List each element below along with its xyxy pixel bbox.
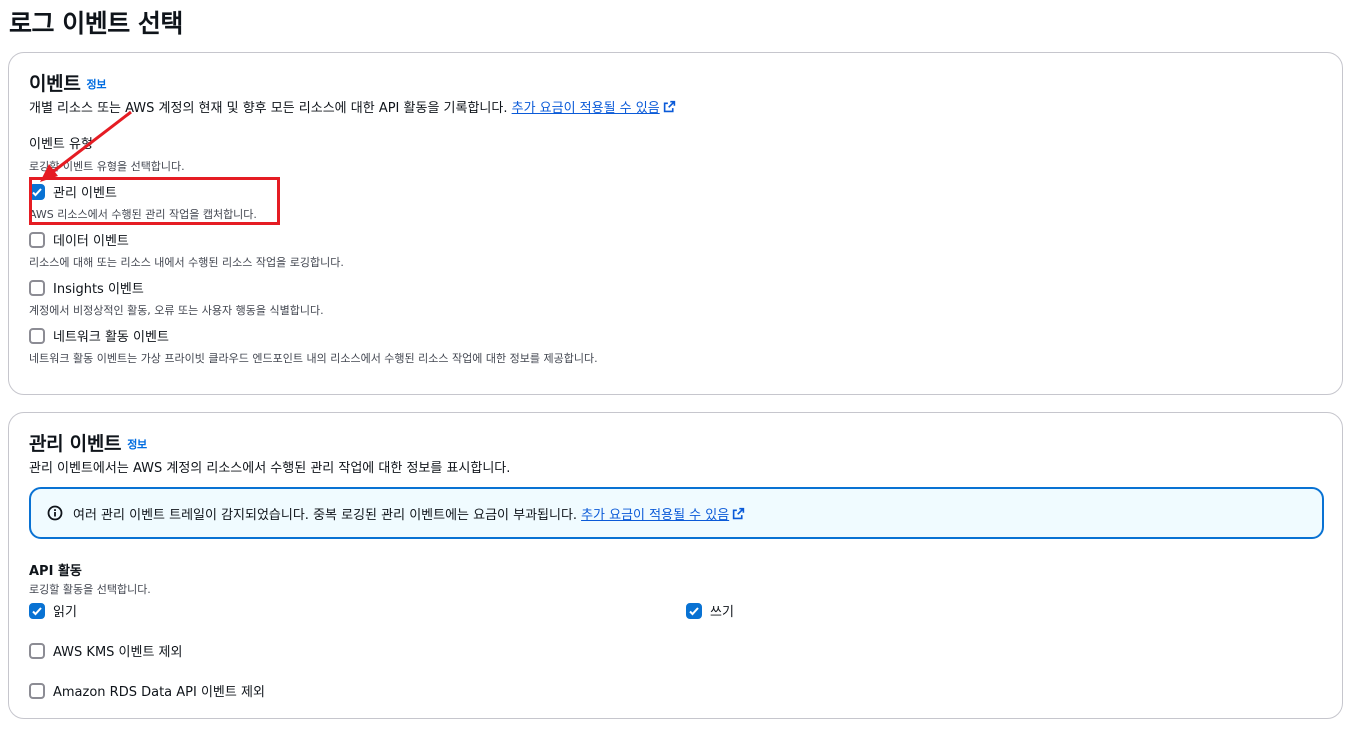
management-heading: 관리 이벤트 정보 (29, 429, 147, 456)
data-events-description: 리소스에 대해 또는 리소스 내에서 수행된 리소스 작업을 로깅합니다. (29, 256, 344, 269)
exclude-rds-label: Amazon RDS Data API 이벤트 제외 (53, 685, 265, 700)
network-activity-events-option[interactable]: 네트워크 활동 이벤트 (29, 326, 169, 345)
events-description-text: 개별 리소스 또는 AWS 계정의 현재 및 향후 모든 리소스에 대한 API… (29, 101, 508, 116)
checkmark-icon (32, 187, 42, 196)
write-checkbox[interactable] (686, 602, 702, 619)
info-alert: 여러 관리 이벤트 트레일이 감지되었습니다. 중복 로깅된 관리 이벤트에는 … (29, 487, 1324, 539)
insights-events-option[interactable]: Insights 이벤트 (29, 278, 144, 297)
management-events-option[interactable]: 관리 이벤트 (29, 182, 117, 201)
exclude-kms-option[interactable]: AWS KMS 이벤트 제외 (29, 641, 182, 660)
data-events-checkbox[interactable] (29, 231, 45, 248)
events-charges-link-text: 추가 요금이 적용될 수 있음 (511, 101, 660, 116)
external-link-icon (732, 507, 745, 519)
alert-text: 여러 관리 이벤트 트레일이 감지되었습니다. 중복 로깅된 관리 이벤트에는 … (73, 507, 578, 523)
checkmark-icon (32, 606, 42, 615)
insights-events-description: 계정에서 비정상적인 활동, 오류 또는 사용자 행동을 식별합니다. (29, 304, 324, 317)
alert-charges-link[interactable]: 추가 요금이 적용될 수 있음 (581, 504, 745, 523)
management-events-panel: 관리 이벤트 정보 관리 이벤트에서는 AWS 계정의 리소스에서 수행된 관리 … (8, 412, 1343, 719)
exclude-rds-checkbox[interactable] (29, 682, 45, 699)
management-events-label: 관리 이벤트 (53, 186, 117, 201)
external-link-icon (663, 100, 675, 113)
api-activity-label: API 활동 (29, 564, 82, 579)
data-events-option[interactable]: 데이터 이벤트 (29, 230, 129, 249)
management-description: 관리 이벤트에서는 AWS 계정의 리소스에서 수행된 관리 작업에 대한 정보… (29, 461, 511, 476)
data-events-label: 데이터 이벤트 (53, 234, 129, 249)
network-activity-events-label: 네트워크 활동 이벤트 (53, 330, 169, 345)
management-events-description: AWS 리소스에서 수행된 관리 작업을 캡처합니다. (29, 208, 257, 221)
exclude-rds-option[interactable]: Amazon RDS Data API 이벤트 제외 (29, 681, 265, 700)
network-activity-events-checkbox[interactable] (29, 327, 45, 344)
event-type-hint: 로깅할 이벤트 유형을 선택합니다. (29, 160, 185, 173)
management-info-link[interactable]: 정보 (127, 438, 147, 451)
alert-charges-link-text: 추가 요금이 적용될 수 있음 (581, 507, 730, 523)
events-description: 개별 리소스 또는 AWS 계정의 현재 및 향후 모든 리소스에 대한 API… (29, 97, 676, 116)
checkmark-icon (689, 606, 699, 615)
events-heading-text: 이벤트 (29, 73, 81, 95)
events-panel: 이벤트 정보 개별 리소스 또는 AWS 계정의 현재 및 향후 모든 리소스에 … (8, 52, 1343, 395)
page-title: 로그 이벤트 선택 (9, 9, 183, 38)
read-label: 읽기 (53, 605, 77, 620)
read-checkbox[interactable] (29, 602, 45, 619)
page: 로그 이벤트 선택 이벤트 정보 개별 리소스 또는 AWS 계정의 현재 및 향… (0, 0, 1355, 733)
network-activity-events-description: 네트워크 활동 이벤트는 가상 프라이빗 클라우드 엔드포인트 내의 리소스에서… (29, 352, 598, 365)
read-option[interactable]: 읽기 (29, 601, 77, 620)
api-activity-hint: 로깅할 활동을 선택합니다. (29, 583, 151, 596)
insights-events-checkbox[interactable] (29, 279, 45, 296)
write-label: 쓰기 (710, 605, 734, 620)
exclude-kms-checkbox[interactable] (29, 642, 45, 659)
events-info-link[interactable]: 정보 (87, 78, 107, 91)
event-type-label: 이벤트 유형 (29, 137, 93, 152)
management-events-checkbox[interactable] (29, 183, 45, 200)
info-icon (47, 505, 63, 521)
management-heading-text: 관리 이벤트 (29, 433, 122, 455)
insights-events-label: Insights 이벤트 (53, 282, 144, 297)
exclude-kms-label: AWS KMS 이벤트 제외 (53, 645, 183, 660)
events-charges-link[interactable]: 추가 요금이 적용될 수 있음 (511, 100, 676, 116)
events-heading: 이벤트 정보 (29, 69, 106, 96)
write-option[interactable]: 쓰기 (686, 601, 734, 620)
